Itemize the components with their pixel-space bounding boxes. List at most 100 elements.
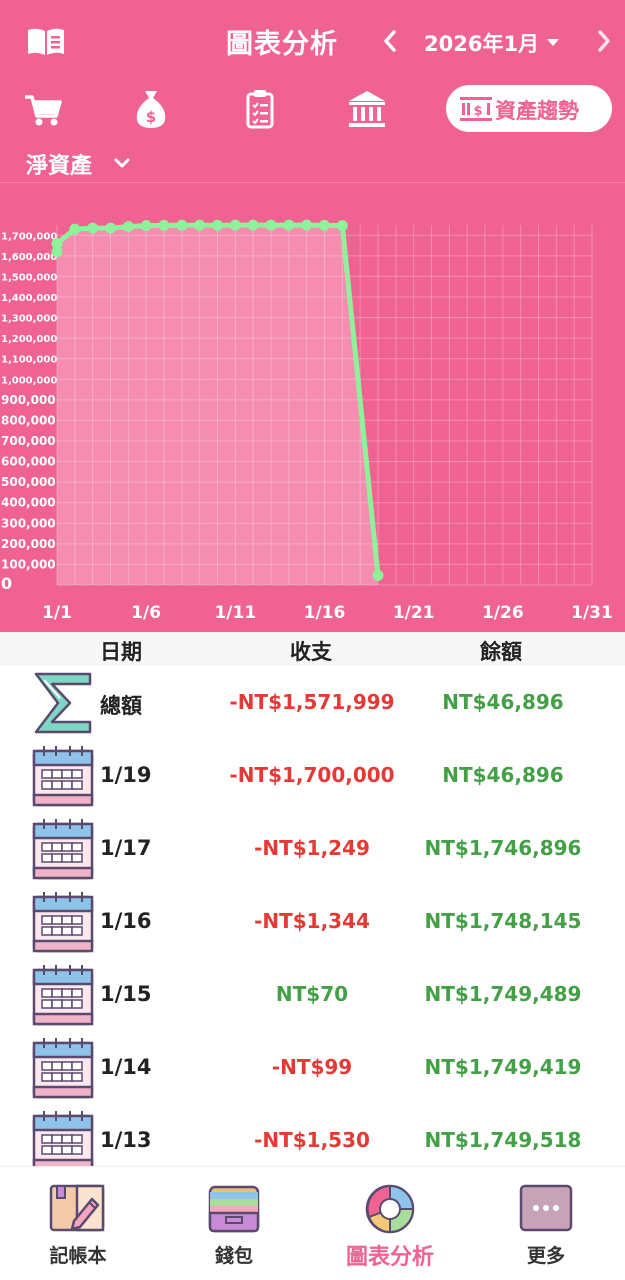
area-fill xyxy=(57,225,378,585)
row-balance: NT$46,896 xyxy=(442,763,564,787)
x-tick-label: 1/1 xyxy=(42,603,72,623)
x-tick-label: 1/31 xyxy=(571,603,613,623)
data-point xyxy=(51,238,63,250)
x-tick-label: 1/16 xyxy=(304,603,346,623)
table-row[interactable]: 1/13 -NT$1,530 NT$1,749,518 xyxy=(0,1104,625,1166)
data-point xyxy=(194,219,206,231)
nav-more[interactable]: 更多 xyxy=(468,1167,624,1280)
y-tick-label: 200,000 xyxy=(1,537,56,551)
y-tick-label: 1,200,000 xyxy=(1,334,57,345)
wallet-icon xyxy=(208,1185,260,1233)
nav-chart-analysis[interactable]: 圖表分析 xyxy=(312,1167,468,1280)
bank-icon[interactable] xyxy=(346,88,388,130)
y-tick-label: 1,700,000 xyxy=(1,231,57,242)
sigma-icon xyxy=(34,672,92,734)
table-row[interactable]: 1/14 -NT$99 NT$1,749,419 xyxy=(0,1031,625,1104)
nav-wallet[interactable]: 錢包 xyxy=(156,1167,312,1280)
nav-chart-analysis-label: 圖表分析 xyxy=(345,1245,434,1270)
calendar-icon xyxy=(32,965,94,1026)
data-point xyxy=(301,219,313,231)
book-icon[interactable] xyxy=(26,26,66,58)
data-point xyxy=(87,222,99,234)
net-asset-chart: 1,700,000 1,600,000 1,500,000 1,400,000 1,30… xyxy=(0,182,625,632)
header-date: 日期 xyxy=(100,640,142,664)
calendar-icon xyxy=(32,1111,94,1166)
data-point xyxy=(158,219,170,231)
y-tick-label: 1,600,000 xyxy=(1,252,57,263)
x-tick-label: 1/6 xyxy=(131,603,161,623)
data-point xyxy=(319,219,330,231)
y-tick-label: 700,000 xyxy=(1,434,56,448)
trend-icon: $ xyxy=(460,97,492,121)
data-point xyxy=(105,222,116,234)
svg-text:$: $ xyxy=(473,104,482,119)
net-asset-label: 淨資產 xyxy=(26,154,93,179)
pie-chart-icon xyxy=(365,1184,415,1234)
data-point xyxy=(176,219,188,231)
svg-text:$: $ xyxy=(146,108,156,126)
y-tick-label: 1,000,000 xyxy=(1,375,57,386)
row-label: 1/14 xyxy=(100,1055,152,1079)
caret-down-icon[interactable] xyxy=(546,37,560,47)
x-tick-label: 1/11 xyxy=(214,603,256,623)
calendar-icon xyxy=(32,1038,94,1099)
y-tick-label: 500,000 xyxy=(1,475,56,489)
row-label: 1/16 xyxy=(100,909,152,933)
y-tick-label: 900,000 xyxy=(1,393,56,407)
row-label: 1/19 xyxy=(100,763,152,787)
data-point xyxy=(229,219,241,231)
y-tick-label: 1,400,000 xyxy=(1,293,57,304)
tab-bar: $ $ 資產趨勢 xyxy=(0,82,625,142)
data-point xyxy=(69,223,81,235)
row-balance: NT$46,896 xyxy=(442,690,564,714)
net-asset-dropdown[interactable]: 淨資產 xyxy=(26,148,130,182)
table-row[interactable]: 1/16 -NT$1,344 NT$1,748,145 xyxy=(0,885,625,958)
nav-notebook-label: 記帳本 xyxy=(49,1245,107,1267)
header-balance: 餘額 xyxy=(480,640,522,664)
y-tick-label: 0 xyxy=(1,574,12,593)
row-balance: NT$1,749,489 xyxy=(424,982,582,1006)
data-point xyxy=(122,221,134,233)
chart-svg: 1,700,000 1,600,000 1,500,000 1,400,000 1,30… xyxy=(1,219,613,623)
nav-notebook[interactable]: 記帳本 xyxy=(0,1167,156,1280)
y-tick-label: 1,100,000 xyxy=(1,355,57,366)
row-balance: NT$1,748,145 xyxy=(424,909,582,933)
x-tick-label: 1/21 xyxy=(393,603,435,623)
x-tick-label: 1/26 xyxy=(482,603,524,623)
chevron-right-icon[interactable] xyxy=(592,26,616,56)
row-label: 1/15 xyxy=(100,982,152,1006)
money-bag-icon[interactable]: $ xyxy=(130,88,172,130)
row-balance: NT$1,746,896 xyxy=(424,836,582,860)
month-selector[interactable]: 2026年1月 xyxy=(424,28,539,58)
data-point xyxy=(372,569,384,581)
calendar-icon xyxy=(32,746,94,807)
y-tick-label: 100,000 xyxy=(1,557,56,571)
row-label: 1/17 xyxy=(100,836,152,860)
row-label: 總額 xyxy=(100,694,142,718)
table-header: 日期 收支 餘額 xyxy=(0,632,625,666)
table-row[interactable]: 1/17 -NT$1,249 NT$1,746,896 xyxy=(0,812,625,885)
data-point xyxy=(336,220,348,232)
row-balance: NT$1,749,419 xyxy=(424,1055,582,1079)
clipboard-icon[interactable] xyxy=(239,88,281,130)
row-balance: NT$1,749,518 xyxy=(424,1128,582,1152)
chevron-down-icon xyxy=(114,158,130,168)
cart-icon[interactable] xyxy=(22,88,64,130)
y-tick-label: 1,300,000 xyxy=(1,314,57,325)
table-row[interactable]: 1/15 NT$70 NT$1,749,489 xyxy=(0,958,625,1031)
row-label: 1/13 xyxy=(100,1128,152,1152)
table-row[interactable]: 1/19 -NT$1,700,000 NT$46,896 xyxy=(0,739,625,812)
y-tick-label: 600,000 xyxy=(1,455,56,469)
notebook-icon xyxy=(49,1184,105,1232)
top-panel: 圖表分析 2026年1月 $ $ 資產趨勢 淨資產 1,700,000 1,60… xyxy=(0,0,625,632)
nav-more-label: 更多 xyxy=(526,1245,565,1267)
tab-asset-trend[interactable]: $ 資產趨勢 xyxy=(446,85,612,132)
tab-asset-trend-label: 資產趨勢 xyxy=(495,99,579,123)
table-row-total[interactable]: 總額 -NT$1,571,999 NT$46,896 xyxy=(0,666,625,739)
page-title: 圖表分析 xyxy=(226,29,338,60)
header-amount: 收支 xyxy=(290,640,332,664)
data-point xyxy=(283,219,295,231)
record-list: 總額 -NT$1,571,999 NT$46,896 1/19 -NT$1,70… xyxy=(0,666,625,1166)
header: 圖表分析 2026年1月 xyxy=(0,0,625,82)
chevron-left-icon[interactable] xyxy=(378,26,402,56)
